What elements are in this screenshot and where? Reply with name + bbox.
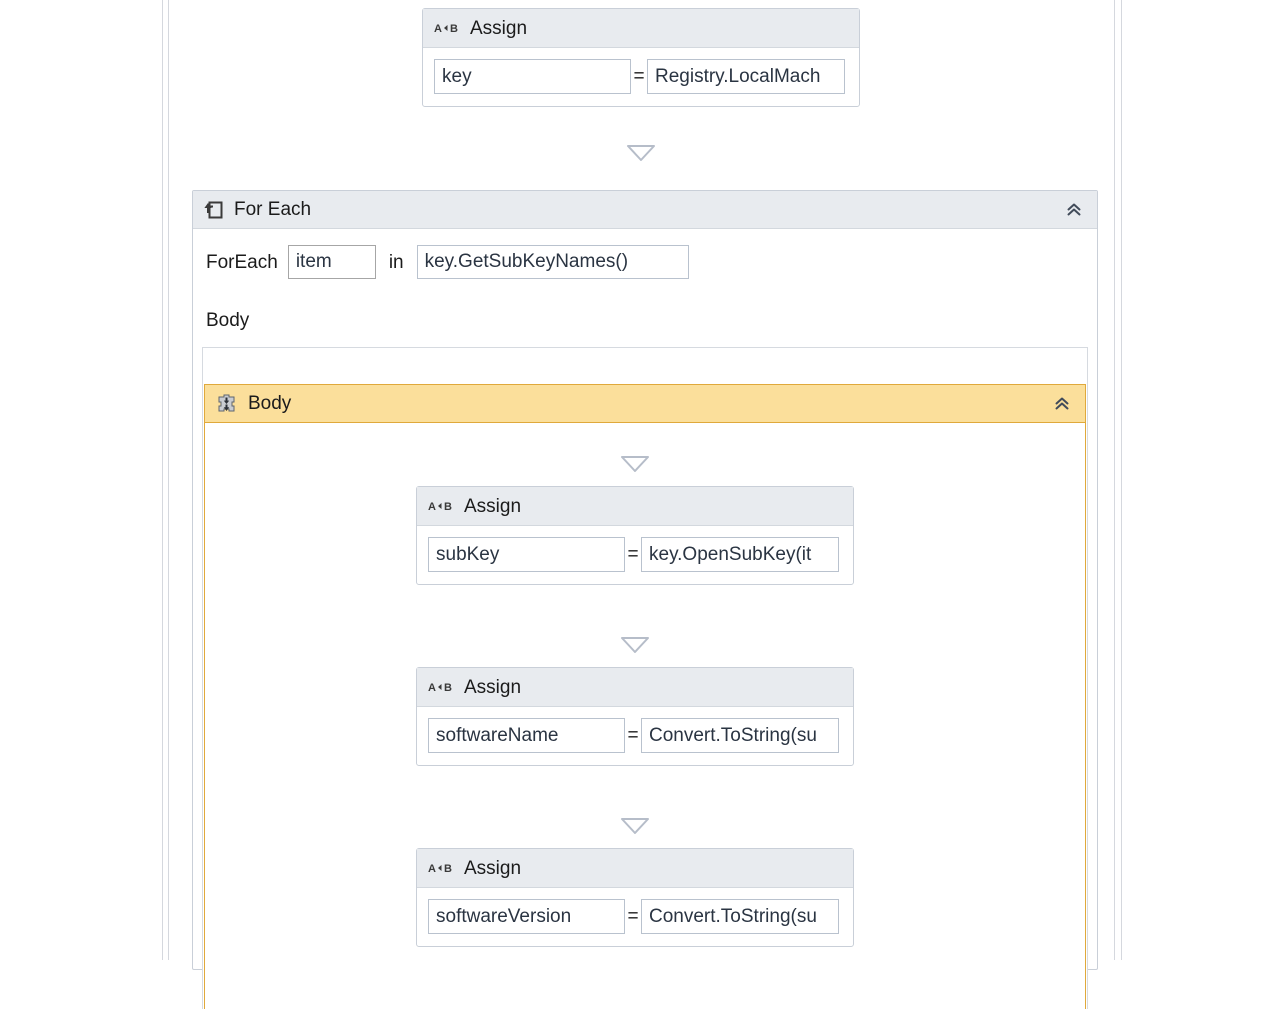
for-each-variable-field[interactable]: item [288, 245, 376, 279]
assign-header[interactable]: A B Assign [423, 9, 859, 48]
for-each-header[interactable]: For Each [193, 191, 1097, 229]
for-each-icon [204, 200, 224, 220]
assign-operator: = [631, 67, 647, 86]
connector-arrow-top [624, 142, 658, 164]
assign-value-field[interactable]: Convert.ToString(su [641, 718, 839, 753]
sequence-header[interactable]: Body [205, 385, 1085, 423]
svg-text:B: B [450, 23, 458, 35]
activity-assign-key[interactable]: A B Assign key = Registry.LocalMach [422, 8, 860, 107]
workflow-designer-canvas[interactable]: A B Assign key = Registry.LocalMach [0, 0, 1280, 960]
activity-assign-softwarename[interactable]: A B Assign softwareName = Convert.ToStri… [416, 667, 854, 766]
for-each-body-caption: Body [206, 310, 249, 332]
svg-text:B: B [444, 863, 452, 875]
activity-title: Assign [464, 678, 521, 697]
assign-operator: = [625, 545, 641, 564]
assign-body: key = Registry.LocalMach [423, 48, 859, 106]
svg-text:A: A [434, 23, 442, 35]
for-each-prefix-label: ForEach [206, 253, 278, 272]
assign-header[interactable]: A B Assign [417, 849, 853, 888]
canvas-rail-inner-left [168, 0, 169, 960]
assign-icon: A B [434, 20, 460, 36]
activity-assign-subkey[interactable]: A B Assign subKey = key.OpenSubKey(it [416, 486, 854, 585]
assign-header[interactable]: A B Assign [417, 487, 853, 526]
assign-icon: A B [428, 498, 454, 514]
activity-title: Assign [470, 19, 527, 38]
assign-operator: = [625, 726, 641, 745]
for-each-expression-row: ForEach item in key.GetSubKeyNames() [193, 229, 1097, 279]
sequence-canvas[interactable]: A B Assign subKey = key.OpenSubKey(it [205, 424, 1085, 1009]
canvas-rail-outer-left [162, 0, 163, 960]
svg-text:A: A [428, 863, 436, 875]
assign-value-field[interactable]: Convert.ToString(su [641, 899, 839, 934]
svg-text:B: B [444, 682, 452, 694]
assign-value-field[interactable]: Registry.LocalMach [647, 59, 845, 94]
chevron-up-double-icon[interactable] [1049, 391, 1075, 417]
canvas-rail-outer-right [1121, 0, 1122, 960]
activity-for-each[interactable]: For Each ForEach item in key.GetSubKeyNa… [192, 190, 1098, 970]
connector-arrow-3 [618, 815, 652, 837]
canvas-rail-inner-right [1114, 0, 1115, 960]
assign-operator: = [625, 907, 641, 926]
activity-assign-softwareversion[interactable]: A B Assign softwareVersion = Convert.ToS… [416, 848, 854, 947]
assign-body: subKey = key.OpenSubKey(it [417, 526, 853, 584]
connector-arrow-2 [618, 634, 652, 656]
assign-icon: A B [428, 860, 454, 876]
activity-title: Assign [464, 859, 521, 878]
assign-body: softwareName = Convert.ToString(su [417, 707, 853, 765]
connector-arrow-1 [618, 453, 652, 475]
assign-body: softwareVersion = Convert.ToString(su [417, 888, 853, 946]
svg-text:A: A [428, 682, 436, 694]
activity-sequence-body[interactable]: Body [204, 384, 1086, 1009]
assign-icon: A B [428, 679, 454, 695]
for-each-collection-field[interactable]: key.GetSubKeyNames() [417, 245, 689, 279]
assign-header[interactable]: A B Assign [417, 668, 853, 707]
svg-text:B: B [444, 501, 452, 513]
assign-to-field[interactable]: softwareVersion [428, 899, 625, 934]
assign-to-field[interactable]: softwareName [428, 718, 625, 753]
assign-value-field[interactable]: key.OpenSubKey(it [641, 537, 839, 572]
assign-to-field[interactable]: key [434, 59, 631, 94]
activity-title: Body [248, 394, 291, 413]
for-each-body-drop-area[interactable]: Body [202, 347, 1088, 1009]
chevron-up-double-icon[interactable] [1061, 197, 1087, 223]
assign-to-field[interactable]: subKey [428, 537, 625, 572]
svg-text:A: A [428, 501, 436, 513]
activity-title: For Each [234, 200, 311, 219]
activity-title: Assign [464, 497, 521, 516]
sequence-icon [216, 393, 237, 414]
for-each-in-label: in [389, 253, 404, 272]
